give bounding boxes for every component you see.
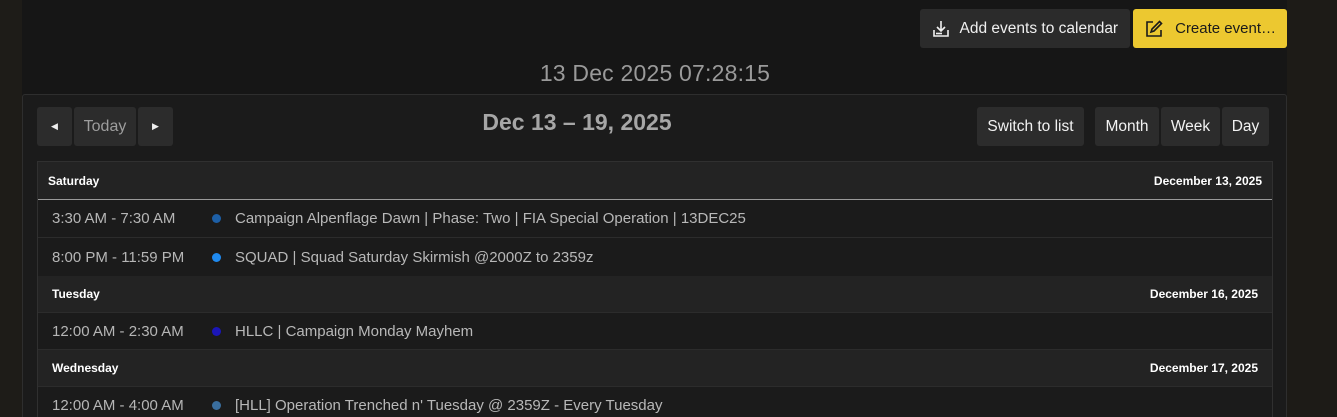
day-header: Tuesday December 16, 2025 bbox=[38, 276, 1272, 312]
month-view-button[interactable]: Month bbox=[1095, 107, 1159, 146]
day-name: Tuesday bbox=[52, 287, 100, 301]
event-time: 8:00 PM - 11:59 PM bbox=[52, 248, 185, 266]
day-date: December 16, 2025 bbox=[1149, 287, 1258, 301]
switch-to-list-button[interactable]: Switch to list bbox=[977, 107, 1084, 146]
date-range-title: Dec 13 – 19, 2025 bbox=[482, 109, 672, 135]
day-header: Wednesday December 17, 2025 bbox=[38, 350, 1272, 386]
event-color-dot bbox=[212, 326, 221, 336]
event-title[interactable]: [HLL] Operation Trenched n' Tuesday @ 23… bbox=[235, 397, 663, 414]
event-color-dot bbox=[212, 252, 221, 262]
top-actions: Add events to calendar Create event… bbox=[919, 9, 1287, 48]
calendar-panel: ◀ Today ▶ Dec 13 – 19, 2025 Switch to li… bbox=[22, 94, 1287, 417]
event-row[interactable]: 12:00 AM - 4:00 AM [HLL] Operation Trenc… bbox=[38, 386, 1272, 417]
edit-icon bbox=[1143, 18, 1165, 40]
event-row[interactable]: 3:30 AM - 7:30 AM Campaign Alpenflage Da… bbox=[38, 200, 1272, 238]
day-header: Saturday December 13, 2025 bbox=[38, 162, 1272, 200]
day-date: December 17, 2025 bbox=[1149, 361, 1258, 375]
day-view-button[interactable]: Day bbox=[1222, 107, 1269, 146]
add-events-to-calendar-button[interactable]: Add events to calendar bbox=[919, 9, 1131, 48]
event-row[interactable]: 12:00 AM - 2:30 AM HLLC | Campaign Monda… bbox=[38, 312, 1272, 350]
day-name: Saturday bbox=[48, 173, 100, 188]
event-title[interactable]: Campaign Alpenflage Dawn | Phase: Two | … bbox=[235, 210, 746, 227]
view-switcher: Month Week Day bbox=[1095, 107, 1269, 146]
event-title[interactable]: SQUAD | Squad Saturday Skirmish @2000Z t… bbox=[235, 249, 593, 266]
event-color-dot bbox=[212, 400, 221, 410]
event-color-dot bbox=[212, 214, 221, 223]
event-time: 3:30 AM - 7:30 AM bbox=[52, 210, 176, 227]
event-row[interactable]: 8:00 PM - 11:59 PM SQUAD | Squad Saturda… bbox=[38, 238, 1272, 276]
download-calendar-icon bbox=[930, 18, 952, 40]
event-time: 12:00 AM - 2:30 AM bbox=[52, 322, 184, 340]
day-date: December 13, 2025 bbox=[1153, 173, 1262, 188]
event-list: Saturday December 13, 2025 3:30 AM - 7:3… bbox=[37, 161, 1273, 417]
event-title[interactable]: HLLC | Campaign Monday Mayhem bbox=[235, 323, 473, 340]
create-event-label: Create event… bbox=[1175, 20, 1276, 37]
event-time: 12:00 AM - 4:00 AM bbox=[52, 396, 184, 414]
day-name: Wednesday bbox=[52, 361, 119, 375]
add-events-label: Add events to calendar bbox=[959, 19, 1119, 37]
week-view-button[interactable]: Week bbox=[1161, 107, 1220, 146]
current-datetime: 13 Dec 2025 07:28:15 bbox=[539, 60, 771, 86]
create-event-button[interactable]: Create event… bbox=[1133, 9, 1287, 48]
